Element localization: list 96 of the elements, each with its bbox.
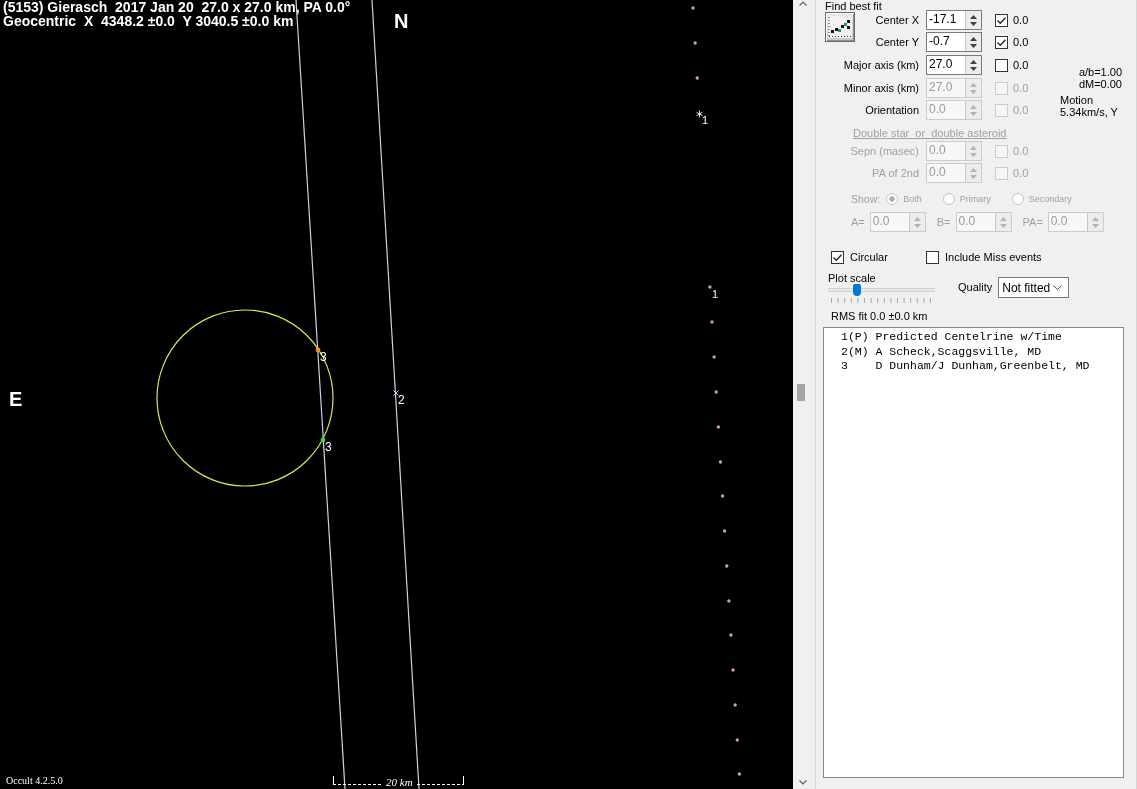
observer-list-item[interactable]: 1(P) Predicted Centelrine w/Time: [841, 330, 1123, 345]
quality-dropdown[interactable]: Not fitted: [998, 277, 1070, 298]
motion-value: 5.34km/s, Y: [1060, 106, 1118, 118]
dot-icon: [735, 738, 739, 742]
field-label: Major axis (km): [843, 58, 920, 72]
scrollbar[interactable]: [793, 0, 815, 789]
dot-icon: [693, 41, 697, 45]
up-down-arrows-icon: [970, 59, 977, 71]
group-title: Find best fit: [825, 0, 882, 12]
up-down-arrows-icon: [913, 216, 921, 228]
dot-icon: [722, 529, 727, 533]
plot-scale-label: Plot scale: [828, 272, 876, 284]
numeric-field[interactable]: -0.7: [926, 32, 982, 52]
dot-icon: [731, 668, 735, 672]
motion-label: Motion: [1060, 94, 1094, 106]
dot-icon: [729, 633, 733, 637]
checkbox-label: Circular: [850, 250, 888, 264]
up-down-arrows-icon: [970, 36, 977, 48]
chevron-up-icon: [799, 1, 807, 6]
radio-label: Primary: [959, 193, 991, 205]
chevron-down-icon: [799, 780, 807, 785]
up-down-arrows-icon: [970, 82, 977, 94]
checkbox[interactable]: [995, 35, 1008, 49]
centerline-label: 1: [712, 288, 719, 300]
field-label: Center Y: [875, 35, 920, 49]
asterisk-icon: [696, 110, 703, 118]
checkbox[interactable]: [995, 58, 1008, 72]
axis-ratio-text: a/b=1.00: [1078, 66, 1122, 78]
slider-thumb[interactable]: [852, 284, 861, 296]
offset-label: A=: [851, 215, 865, 229]
up-down-arrows-icon: [970, 145, 977, 157]
result-value: 0.0: [1012, 103, 1029, 117]
dot-icon: [695, 76, 699, 80]
dot-icon: [714, 390, 718, 394]
dot-icon: [727, 599, 731, 603]
scale-label: 20 km: [386, 776, 413, 788]
spin-button[interactable]: [965, 33, 981, 51]
dot-icon: [720, 494, 725, 498]
dot-icon: [708, 285, 712, 289]
dot-icon: [710, 320, 714, 324]
rms-fit-text: RMS fit 0.0 ±0.0 km: [831, 310, 928, 323]
quality-label: Quality: [958, 281, 993, 294]
numeric-field[interactable]: 27.0: [926, 55, 982, 75]
observer-list-item[interactable]: 2(M) A Scheck,Scaggsville, MD: [841, 344, 1123, 359]
numeric-field[interactable]: -17.1: [926, 10, 982, 30]
east-label: E: [9, 388, 23, 410]
dot-icon: [733, 703, 737, 707]
result-value: 0.0: [1012, 35, 1029, 49]
dot-icon: [737, 772, 742, 776]
up-down-arrows-icon: [1091, 216, 1099, 228]
cross-icon: [393, 390, 399, 396]
offset-label: B=: [936, 215, 951, 229]
result-value: 0.0: [1012, 144, 1029, 158]
checkmark-icon: [997, 16, 1006, 24]
dot-icon: [712, 355, 716, 359]
dot-icon: [716, 425, 721, 429]
field-label: Minor axis (km): [843, 81, 920, 95]
delta-mag-text: dM=0.00: [1078, 78, 1122, 90]
field-label: Orientation: [865, 103, 920, 117]
chord-label: 2: [398, 393, 405, 407]
up-down-arrows-icon: [970, 14, 977, 26]
radio-label: Secondary: [1028, 193, 1072, 205]
field-label: Sepn (masec): [850, 144, 920, 158]
chord-label: 3: [325, 440, 332, 454]
find-best-fit-button[interactable]: [825, 12, 855, 42]
checkmark-icon: [833, 253, 842, 261]
result-value: 0.0: [1012, 81, 1029, 95]
up-down-arrows-icon: [970, 104, 977, 116]
dot-icon: [718, 460, 723, 464]
field-label: Center X: [875, 13, 920, 27]
result-value: 0.0: [1012, 166, 1029, 180]
checkmark-icon: [997, 38, 1006, 46]
plot-subtitle: Geocentric X 4348.2 ±0.0 Y 3040.5 ±0.0 km: [3, 13, 294, 29]
scrollbar-thumb[interactable]: [797, 384, 805, 401]
result-value: 0.0: [1012, 13, 1029, 27]
observer-list-item[interactable]: 3 D Dunham/J Dunham,Greenbelt, MD: [841, 359, 1123, 374]
checkbox[interactable]: [926, 250, 939, 264]
version-label: Occult 4.2.5.0: [6, 775, 63, 786]
up-down-arrows-icon: [999, 216, 1007, 228]
north-label: N: [394, 10, 409, 32]
radio-label: Both: [903, 193, 922, 205]
spin-button[interactable]: [965, 56, 981, 74]
field-label: PA of 2nd: [872, 166, 920, 180]
result-value: 0.0: [1012, 58, 1029, 72]
offset-label: PA=: [1022, 215, 1043, 229]
chevron-down-icon: [1053, 285, 1063, 290]
scatter-chart-icon: [828, 16, 852, 38]
dot-icon: [725, 564, 729, 568]
checkbox[interactable]: [995, 13, 1008, 27]
checkbox-label: Include Miss events: [945, 250, 1042, 264]
checkbox[interactable]: [831, 250, 844, 264]
up-down-arrows-icon: [970, 167, 977, 179]
dot-icon: [691, 6, 695, 10]
spin-button[interactable]: [965, 11, 981, 29]
show-label: Show:: [851, 193, 881, 205]
centerline-label: 1: [702, 114, 709, 126]
